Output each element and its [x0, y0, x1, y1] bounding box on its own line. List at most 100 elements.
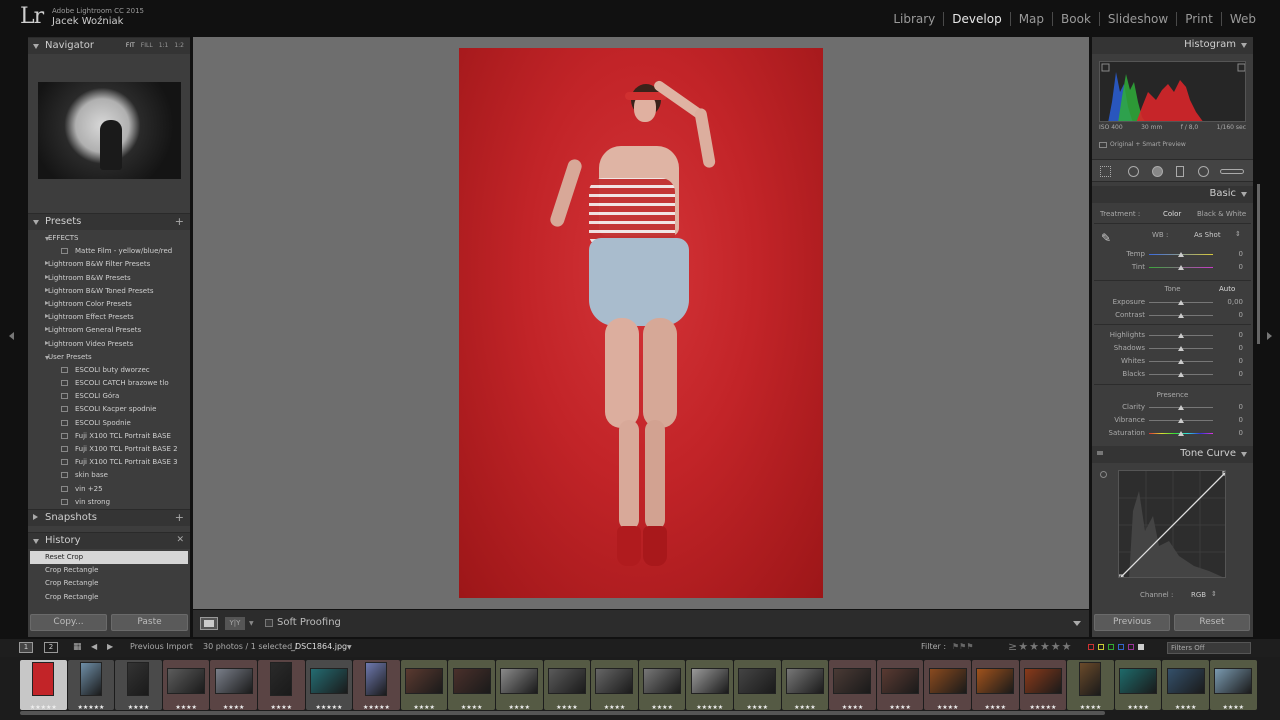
whites-value[interactable]: 0	[1239, 357, 1243, 365]
adjustment-brush-icon[interactable]	[1220, 169, 1244, 174]
filmstrip-thumbnail[interactable]: ★★★★★	[353, 660, 400, 711]
clarity-value[interactable]: 0	[1239, 403, 1243, 411]
filmstrip-thumbnail[interactable]: ★★★★★	[686, 660, 733, 711]
preset-folder[interactable]: EFFECTS	[30, 232, 188, 245]
left-panel-toggle-icon[interactable]	[9, 332, 14, 340]
expand-triangle-icon[interactable]	[33, 514, 41, 520]
temp-value[interactable]: 0	[1239, 250, 1243, 258]
zoom-1-2[interactable]: 1:2	[174, 42, 184, 49]
identity-plate-user[interactable]: Jacek Woźniak	[52, 16, 123, 27]
clarity-slider-knob[interactable]	[1178, 405, 1184, 410]
filename[interactable]: _DSC1864.jpg	[291, 642, 347, 651]
wb-select[interactable]: As Shot	[1194, 231, 1221, 239]
preset-folder[interactable]: Lightroom Effect Presets	[30, 311, 188, 324]
filmstrip-thumbnail[interactable]: ★★★★	[115, 660, 162, 711]
basic-header[interactable]: Basic	[1092, 186, 1253, 203]
filmstrip-thumbnail[interactable]: ★★★★★	[20, 660, 67, 711]
contrast-value[interactable]: 0	[1239, 311, 1243, 319]
toolbar-content-dropdown-icon[interactable]	[1073, 621, 1081, 626]
highlight-clipping-indicator[interactable]	[1237, 63, 1245, 72]
back-arrow-icon[interactable]: ◀	[91, 642, 97, 651]
before-after-button[interactable]: Y|Y	[225, 617, 245, 630]
filmstrip-thumbnail[interactable]: ★★★★	[591, 660, 638, 711]
treatment-color-option[interactable]: Color	[1163, 210, 1181, 218]
history-step[interactable]: Crop Rectangle	[30, 577, 188, 590]
curve-toggle-icon[interactable]	[1097, 451, 1103, 455]
shadow-clipping-indicator[interactable]	[1101, 63, 1110, 72]
soft-proofing-checkbox[interactable]	[265, 619, 273, 627]
radial-filter-icon[interactable]	[1198, 166, 1209, 177]
preset-folder[interactable]: Lightroom Video Presets	[30, 338, 188, 351]
color-label-blue-icon[interactable]	[1118, 644, 1124, 650]
vibrance-value[interactable]: 0	[1239, 416, 1243, 424]
filmstrip-thumbnail[interactable]: ★★★★★	[1019, 660, 1067, 711]
source-label[interactable]: Previous Import	[130, 642, 193, 651]
filmstrip-thumbnail[interactable]: ★★★★	[829, 660, 876, 711]
add-preset-icon[interactable]: +	[175, 215, 184, 228]
history-step[interactable]: Crop Rectangle	[30, 564, 188, 577]
before-after-dropdown-icon[interactable]: ▼	[249, 620, 254, 627]
previous-button[interactable]: Previous	[1094, 614, 1170, 631]
collapse-triangle-icon[interactable]	[33, 44, 39, 49]
history-step[interactable]: Crop Rectangle	[30, 591, 188, 604]
tint-slider-knob[interactable]	[1178, 265, 1184, 270]
zoom-1-1[interactable]: 1:1	[159, 42, 169, 49]
paste-settings-button[interactable]: Paste	[111, 614, 188, 631]
treatment-bw-option[interactable]: Black & White	[1197, 210, 1246, 218]
filmstrip-thumbnail[interactable]: ★★★★	[781, 660, 829, 711]
module-book[interactable]: Book	[1052, 12, 1099, 26]
filmstrip-thumbnail[interactable]: ★★★★★	[67, 660, 115, 711]
blacks-slider-knob[interactable]	[1178, 372, 1184, 377]
channel-select[interactable]: RGB	[1191, 591, 1206, 599]
add-snapshot-icon[interactable]: +	[175, 511, 184, 524]
module-library[interactable]: Library	[885, 12, 943, 26]
clear-history-icon[interactable]: ✕	[176, 535, 184, 545]
snapshots-header[interactable]: Snapshots +	[28, 509, 190, 526]
tint-value[interactable]: 0	[1239, 263, 1243, 271]
preset-folder[interactable]: Lightroom Color Presets	[30, 298, 188, 311]
blacks-value[interactable]: 0	[1239, 370, 1243, 378]
preset-item[interactable]: vin +25	[30, 483, 188, 496]
preset-folder[interactable]: Lightroom B&W Presets	[30, 272, 188, 285]
module-web[interactable]: Web	[1220, 12, 1264, 26]
temp-slider-knob[interactable]	[1178, 252, 1184, 257]
spot-removal-tool-icon[interactable]	[1128, 166, 1139, 177]
loupe-view-button[interactable]	[200, 617, 218, 630]
filename-dropdown-icon[interactable]: ▼	[347, 644, 352, 651]
targeted-adjustment-icon[interactable]	[1100, 471, 1107, 478]
filmstrip-thumbnail[interactable]: ★★★★	[496, 660, 543, 711]
histogram-graph[interactable]	[1099, 61, 1246, 122]
collapse-triangle-icon[interactable]	[33, 539, 39, 544]
filmstrip-thumbnail[interactable]: ★★★★	[258, 660, 305, 711]
main-window-button[interactable]: 1	[19, 642, 33, 653]
preset-item[interactable]: vin strong	[30, 496, 188, 509]
histogram-header[interactable]: Histogram	[1092, 37, 1253, 54]
navigator-header[interactable]: Navigator FIT FILL 1:1 1:2	[28, 37, 190, 54]
filmstrip-thumbnail[interactable]: ★★★★	[876, 660, 924, 711]
history-header[interactable]: History ✕	[28, 532, 190, 549]
preset-folder[interactable]: Lightroom General Presets	[30, 324, 188, 337]
collapse-triangle-icon[interactable]	[33, 220, 39, 225]
color-label-purple-icon[interactable]	[1128, 644, 1134, 650]
reset-button[interactable]: Reset	[1174, 614, 1250, 631]
tone-curve-header[interactable]: Tone Curve	[1092, 446, 1253, 463]
flag-filter-icon[interactable]: ⚑⚑⚑	[952, 642, 974, 651]
module-slideshow[interactable]: Slideshow	[1098, 12, 1176, 26]
filmstrip-thumbnail[interactable]: ★★★★	[162, 660, 210, 711]
channel-dropdown-icon[interactable]: ⇕	[1211, 590, 1217, 598]
filmstrip-thumbnail[interactable]: ★★★★	[400, 660, 448, 711]
preset-item[interactable]: Fuji X100 TCL Portrait BASE 3	[30, 456, 188, 469]
saturation-slider-knob[interactable]	[1178, 431, 1184, 436]
highlights-value[interactable]: 0	[1239, 331, 1243, 339]
preset-item[interactable]: Fuji X100 TCL Portrait BASE 2	[30, 443, 188, 456]
exposure-value[interactable]: 0,00	[1227, 298, 1243, 306]
right-panel-scrollbar[interactable]	[1257, 184, 1260, 344]
preset-folder[interactable]: Lightroom B&W Toned Presets	[30, 285, 188, 298]
module-develop[interactable]: Develop	[943, 12, 1009, 26]
copy-settings-button[interactable]: Copy...	[30, 614, 107, 631]
module-map[interactable]: Map	[1009, 12, 1052, 26]
color-label-yellow-icon[interactable]	[1098, 644, 1104, 650]
shadows-value[interactable]: 0	[1239, 344, 1243, 352]
whites-slider-knob[interactable]	[1178, 359, 1184, 364]
filmstrip-thumbnail[interactable]: ★★★★	[638, 660, 686, 711]
